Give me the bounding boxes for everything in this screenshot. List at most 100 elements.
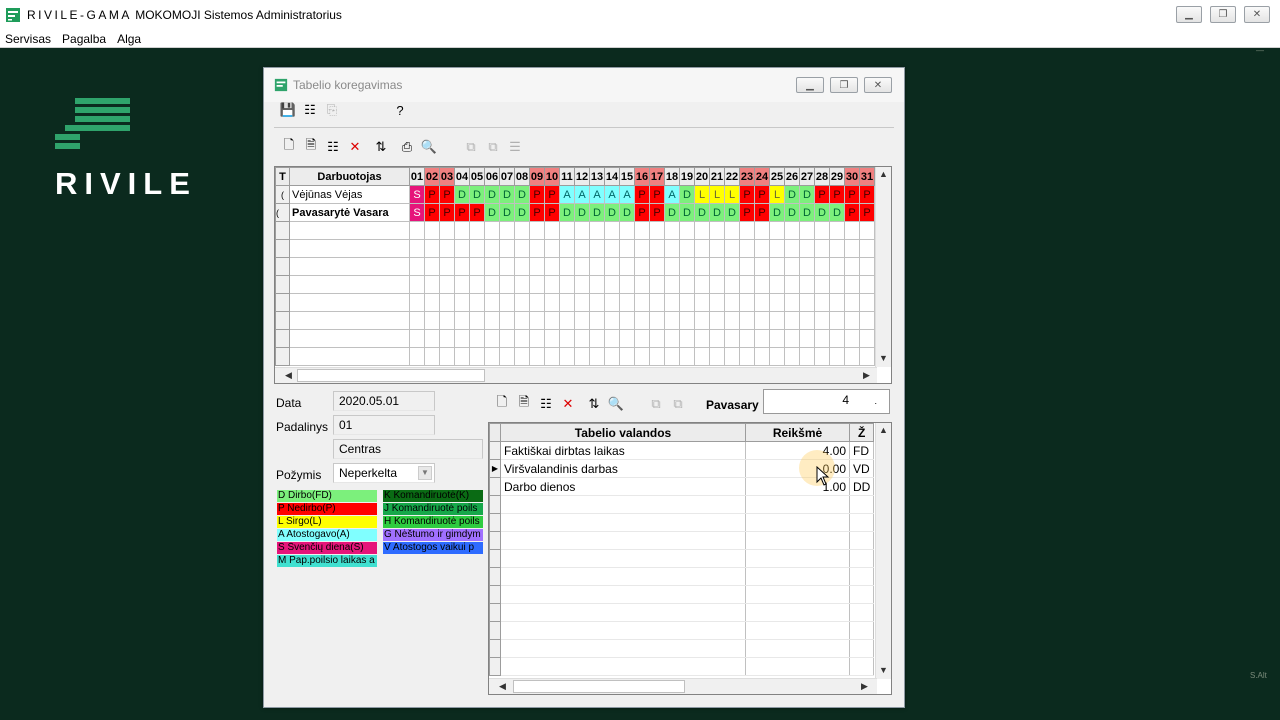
data-field[interactable]: 2020.05.01 (333, 391, 435, 411)
day-cell[interactable]: P (544, 185, 560, 204)
day-cell[interactable]: P (844, 185, 860, 204)
day-cell[interactable]: P (739, 185, 755, 204)
menu-pagalba[interactable]: Pagalba (57, 32, 112, 46)
day-cell[interactable]: D (724, 203, 740, 222)
detail-delete-icon[interactable]: ✕ (559, 395, 577, 413)
day-cell[interactable]: D (589, 203, 605, 222)
day-cell[interactable]: A (664, 185, 680, 204)
day-cell[interactable]: A (559, 185, 575, 204)
day-cell[interactable]: P (829, 185, 845, 204)
hours-name[interactable]: Darbo dienos (500, 477, 746, 496)
day-cell[interactable]: S (409, 185, 425, 204)
day-cell[interactable]: A (574, 185, 590, 204)
find-icon[interactable]: 🔍 (420, 138, 438, 156)
day-cell[interactable]: D (799, 203, 815, 222)
day-cell[interactable]: L (724, 185, 740, 204)
day-cell[interactable]: D (499, 203, 515, 222)
timesheet-row[interactable]: (Vėjūnas Vėjas S P P D D D D D P P A A A A A P P A D L L L P P L D… (275, 185, 875, 204)
timesheet-row[interactable]: (Pavasarytė Vasara S P P P P D D D P P D D D D D P P D D D D D… (275, 203, 875, 222)
hours-vscroll[interactable]: ▲ ▼ (875, 423, 891, 679)
document-icon[interactable]: 🗎 (302, 137, 320, 156)
day-cell[interactable]: P (529, 203, 545, 222)
padalinys-field[interactable]: 01 (333, 415, 435, 435)
day-cell[interactable]: D (829, 203, 845, 222)
menu-servisas[interactable]: Servisas (0, 32, 57, 46)
hours-name[interactable]: Viršvalandinis darbas (500, 459, 746, 478)
hours-code[interactable]: FD (849, 441, 875, 460)
day-cell[interactable]: D (679, 185, 695, 204)
day-cell[interactable]: D (559, 203, 575, 222)
delete-icon[interactable]: ✕ (346, 138, 364, 156)
help-icon[interactable]: ? (391, 101, 409, 119)
day-cell[interactable]: D (469, 185, 485, 204)
day-cell[interactable]: D (454, 185, 470, 204)
save-icon[interactable]: 💾 (279, 101, 297, 119)
detail-new-icon[interactable]: 🗋 (493, 394, 511, 413)
day-cell[interactable]: L (694, 185, 710, 204)
day-cell[interactable]: L (709, 185, 725, 204)
day-cell[interactable]: P (634, 203, 650, 222)
hours-code[interactable]: DD (849, 477, 875, 496)
day-cell[interactable]: D (784, 185, 800, 204)
detail-document-icon[interactable]: 🗎 (515, 394, 533, 413)
new-document-icon[interactable]: 🗋 (280, 137, 298, 156)
day-cell[interactable]: P (754, 185, 770, 204)
detail-find-icon[interactable]: 🔍 (607, 395, 625, 413)
dialog-titlebar[interactable]: Tabelio koregavimas ▁ ❐ ✕ (264, 68, 904, 102)
hours-hscroll[interactable]: ◀ ▶ (489, 678, 877, 694)
employee-name[interactable]: Vėjūnas Vėjas (289, 185, 410, 204)
day-cell[interactable]: P (754, 203, 770, 222)
day-cell[interactable]: D (679, 203, 695, 222)
day-cell[interactable]: L (769, 185, 785, 204)
minimize-icon[interactable]: ▁ (1176, 6, 1202, 23)
dialog-maximize-icon[interactable]: ❐ (830, 77, 858, 93)
day-cell[interactable]: D (604, 203, 620, 222)
employee-name[interactable]: Pavasarytė Vasara (289, 203, 410, 222)
hours-value[interactable]: 1.00 (745, 477, 850, 496)
hours-code[interactable]: VD (849, 459, 875, 478)
day-cell[interactable]: D (484, 203, 500, 222)
day-cell[interactable]: A (604, 185, 620, 204)
day-cell[interactable]: P (469, 203, 485, 222)
day-cell[interactable]: D (709, 203, 725, 222)
day-cell[interactable]: P (544, 203, 560, 222)
maximize-icon[interactable]: ❐ (1210, 6, 1236, 23)
day-cell[interactable]: D (514, 185, 530, 204)
day-cell[interactable]: A (619, 185, 635, 204)
detail-sort-icon[interactable]: ⇅ (585, 395, 603, 413)
day-cell[interactable]: D (499, 185, 515, 204)
day-cell[interactable]: D (484, 185, 500, 204)
day-cell[interactable]: P (649, 203, 665, 222)
day-cell[interactable]: P (844, 203, 860, 222)
day-cell[interactable]: P (814, 185, 830, 204)
day-cell[interactable]: P (634, 185, 650, 204)
day-cell[interactable]: S (409, 203, 425, 222)
chevron-down-icon[interactable]: ▼ (418, 466, 432, 480)
day-cell[interactable]: P (739, 203, 755, 222)
edit-list-icon[interactable]: ☷ (301, 101, 319, 119)
pozymis-select[interactable]: Neperkelta ▼ (333, 463, 435, 483)
day-cell[interactable]: D (619, 203, 635, 222)
hours-name[interactable]: Faktiškai dirbtas laikas (500, 441, 746, 460)
detail-edit-icon[interactable]: ☷ (537, 395, 555, 413)
day-cell[interactable]: D (664, 203, 680, 222)
sort-icon[interactable]: ⇅ (372, 138, 390, 156)
day-cell[interactable]: P (439, 203, 455, 222)
day-cell[interactable]: P (424, 203, 440, 222)
day-cell[interactable]: P (859, 203, 875, 222)
edit-icon[interactable]: ☷ (324, 138, 342, 156)
dialog-close-icon[interactable]: ✕ (864, 77, 892, 93)
timesheet-vscroll[interactable]: ▲ ▼ (875, 167, 891, 367)
day-cell[interactable]: P (424, 185, 440, 204)
timesheet-hscroll[interactable]: ◀ ▶ (275, 367, 877, 383)
day-cell[interactable]: D (769, 203, 785, 222)
day-cell[interactable]: D (799, 185, 815, 204)
day-cell[interactable]: D (814, 203, 830, 222)
hours-value[interactable]: 4.00 (745, 441, 850, 460)
day-cell[interactable]: D (514, 203, 530, 222)
day-cell[interactable]: A (589, 185, 605, 204)
day-cell[interactable]: P (529, 185, 545, 204)
day-cell[interactable]: P (649, 185, 665, 204)
day-cell[interactable]: P (439, 185, 455, 204)
day-cell[interactable]: P (859, 185, 875, 204)
